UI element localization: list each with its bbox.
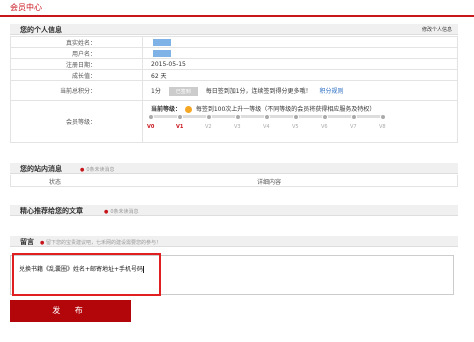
messages-section-title: 您的站内消息: [20, 165, 62, 173]
member-age-value: 62 天: [142, 69, 458, 81]
publish-button[interactable]: 发 布: [10, 300, 131, 322]
register-date-label: 注册日期：: [10, 58, 143, 70]
level-label-v8: V8: [379, 124, 386, 130]
profile-section-header: 您的个人信息 修改个人信息: [10, 24, 458, 35]
real-name-label: 真实姓名：: [10, 36, 143, 48]
level-label-v4: V4: [263, 124, 270, 130]
level-label-v2: V2: [205, 124, 212, 130]
real-name-value-redacted: [153, 38, 171, 46]
comment-section-header: 留言 ● 留下您的宝贵建议吧，七禾网的建设需要您的参与！: [10, 236, 458, 247]
level-dot: [380, 114, 386, 120]
detail-column-header: 详细内容: [257, 179, 282, 186]
level-label-v7: V7: [350, 124, 357, 130]
points-value: 1分: [151, 87, 161, 95]
level-dot: [293, 114, 299, 120]
messages-section-header: 您的站内消息 ● 0条未读消息: [10, 163, 458, 174]
profile-row-username: 用户名：: [10, 47, 458, 59]
level-dot: [148, 114, 154, 120]
level-label-v5: V5: [292, 124, 299, 130]
profile-row-register-date: 注册日期： 2015-05-15: [10, 58, 458, 70]
member-age-label: 成长值：: [10, 69, 143, 81]
page-title: 会员中心: [10, 3, 42, 12]
recommend-hint: ● 0条未读消息: [104, 209, 139, 215]
signed-button[interactable]: 已签到: [168, 86, 198, 96]
recommend-section-title: 精心推荐给您的文章: [20, 207, 83, 215]
level-label-v0: V0: [147, 124, 155, 130]
points-label: 当前总积分：: [10, 80, 143, 101]
points-note: 每日签到加1分，连续签到得分更多哦！: [205, 87, 312, 95]
profile-row-member-age: 成长值： 62 天: [10, 69, 458, 81]
title-divider: [0, 15, 474, 17]
recommend-section-header: 精心推荐给您的文章 ● 0条未读消息: [10, 205, 458, 216]
level-label-v3: V3: [234, 124, 241, 130]
level-label: 会员等级：: [10, 100, 143, 143]
username-label: 用户名：: [10, 47, 143, 59]
points-rules-link[interactable]: 积分规则: [319, 88, 343, 95]
level-dot: [235, 114, 241, 120]
level-dot: [206, 114, 212, 120]
username-value-redacted: [153, 49, 171, 57]
profile-table: 真实姓名： 用户名： 注册日期： 2015-05-15 成长值： 62 天 当前…: [10, 36, 458, 143]
status-column-header: 状态: [49, 179, 62, 186]
profile-row-points: 当前总积分： 1分 已签到 每日签到加1分，连续签到得分更多哦！ 积分规则: [10, 80, 458, 101]
comment-hint: ● 留下您的宝贵建议吧，七禾网的建设需要您的参与！: [40, 240, 161, 246]
comment-section-title: 留言: [20, 238, 34, 246]
level-progress-bar: V0 V1 V2 V3 V4 V5 V6 V7 V8: [143, 101, 403, 141]
edit-profile-link[interactable]: 修改个人信息: [422, 26, 452, 33]
profile-row-level: 会员等级： 当前等级： 每签到100次上升一等级（不同等级的会员将获得相应服务及…: [10, 100, 458, 143]
level-label-v6: V6: [321, 124, 328, 130]
profile-row-real-name: 真实姓名：: [10, 36, 458, 48]
level-dot: [351, 114, 357, 120]
level-dot: [322, 114, 328, 120]
highlight-frame: [12, 253, 161, 296]
messages-table-header: 状态 详细内容: [10, 175, 458, 187]
register-date-value: 2015-05-15: [142, 58, 458, 70]
messages-hint: ● 0条未读消息: [80, 167, 115, 173]
profile-section-title: 您的个人信息: [20, 26, 62, 34]
level-label-v1: V1: [176, 124, 184, 130]
level-dot: [177, 114, 183, 120]
level-dot: [264, 114, 270, 120]
